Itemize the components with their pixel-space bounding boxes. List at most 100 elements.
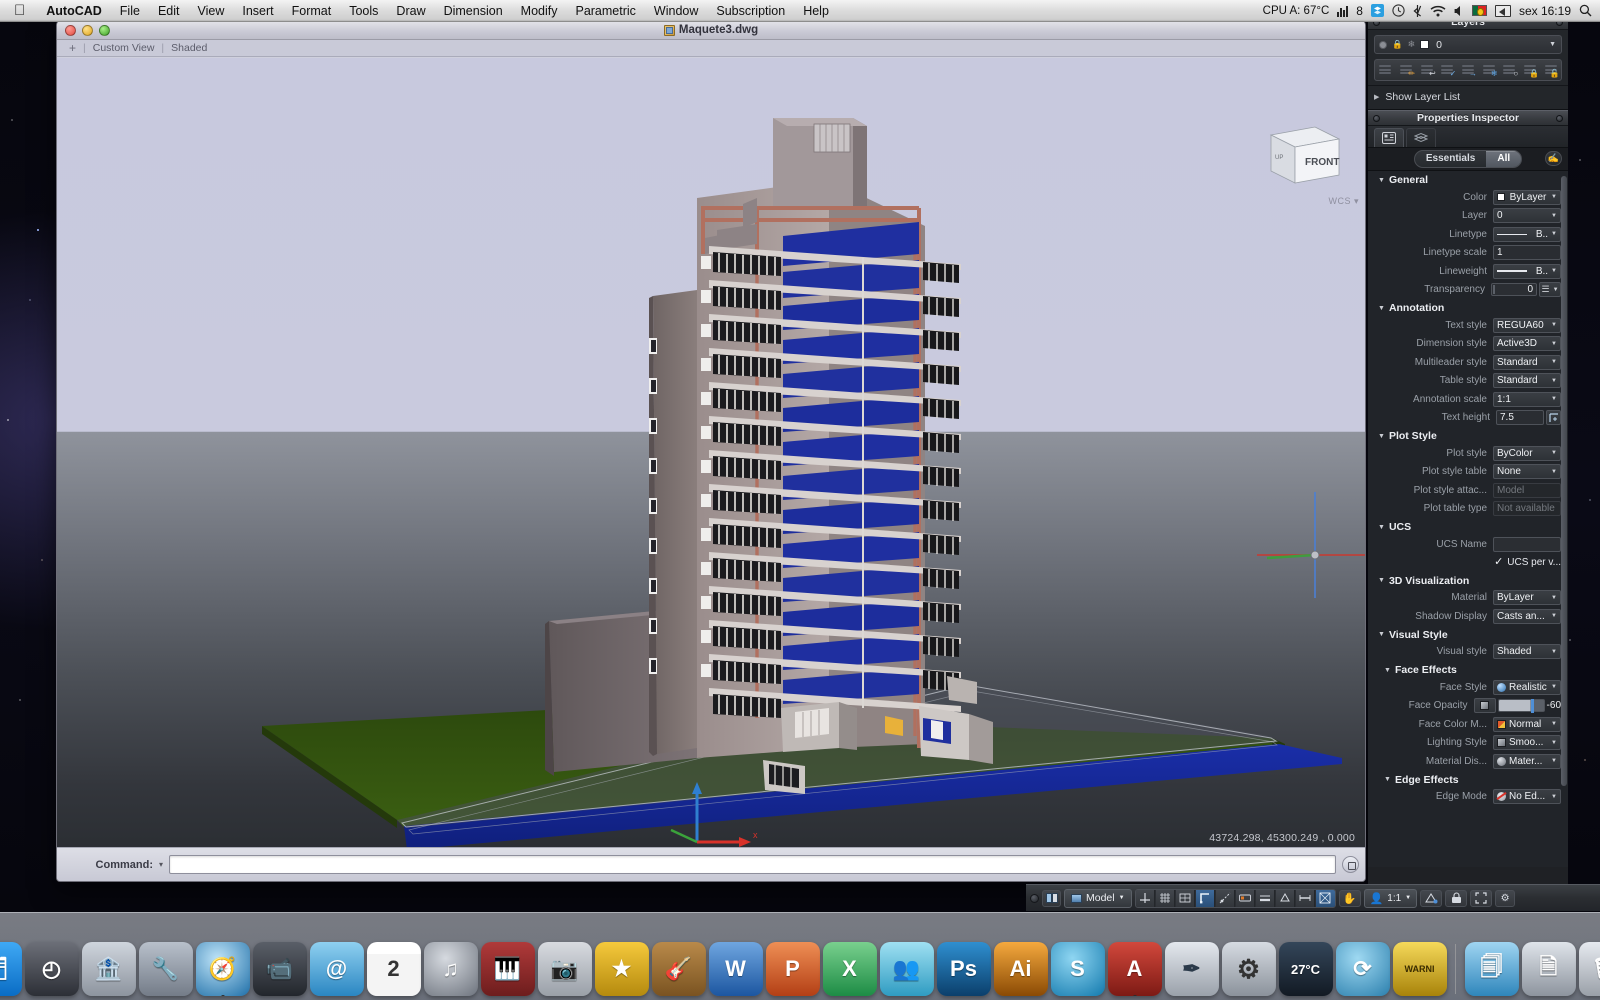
lightbulb-icon[interactable] [1379,40,1387,49]
command-input[interactable] [169,855,1336,874]
grid-toggle[interactable] [1155,889,1175,907]
filter-essentials-option[interactable]: Essentials [1415,151,1486,167]
wcs-label[interactable]: WCS ▾ [1328,196,1359,207]
dock-item-weather-widget[interactable]: 27°C [1278,942,1333,996]
layer-unlock-icon[interactable]: 🔓 [1542,61,1560,79]
eject-display-icon[interactable] [1494,4,1511,17]
dock-item-transmission[interactable]: ⟳ [1335,942,1390,996]
chevron-down-icon[interactable]: ▼ [1551,758,1557,764]
anno-monitor-icon[interactable] [1420,889,1443,907]
annotation-scale-selector[interactable]: 👤 1:1 ▼ [1363,888,1418,908]
search-icon[interactable] [1579,4,1592,17]
field-dimension-style[interactable]: Active3D ▼ [1493,336,1561,352]
chevron-down-icon[interactable]: ▼ [1551,378,1557,384]
command-history-chevron-icon[interactable]: ▾ [159,860,163,869]
otrack-toggle[interactable] [1215,889,1235,907]
dock-item-excel[interactable]: X [822,942,877,996]
model-layout-selector[interactable]: Model ▼ [1064,888,1132,908]
layer-freeze-icon[interactable]: ❄ [1480,61,1498,79]
dock-item-alarm-widget[interactable]: WARNI [1392,942,1447,996]
field-plot-style-table[interactable]: None ▼ [1493,464,1561,480]
clock-icon[interactable] [1392,4,1405,17]
wifi-icon[interactable] [1430,5,1446,17]
field-ucs-name[interactable] [1493,536,1561,552]
dock-item-powerpoint[interactable]: P [765,942,820,996]
disclosure-triangle-icon[interactable]: ▼ [1378,524,1385,531]
viewport-view-control[interactable]: Custom View [93,42,155,54]
face-opacity-toggle-button[interactable] [1473,698,1496,714]
dock-item-dash-tool[interactable]: 🔧 [138,942,193,996]
chevron-down-icon[interactable]: ▼ [1551,213,1557,219]
field-text-style[interactable]: REGUA60 ▼ [1493,317,1561,333]
disclosure-triangle-icon[interactable]: ▼ [1378,577,1385,584]
disclosure-triangle-icon[interactable]: ▼ [1378,177,1385,184]
properties-inspector-body[interactable]: ▼ General Color ByLayer ▼ Layer 0 ▼ Line… [1368,170,1568,867]
eyedropper-icon[interactable]: ✍ [1545,151,1562,166]
group-general[interactable]: ▼ General [1368,171,1568,188]
dock-item-system-prefs[interactable]: ⚙ [1221,942,1276,996]
layer-properties-manager-icon[interactable] [1376,61,1394,79]
menu-edit[interactable]: Edit [149,0,189,22]
dock-item-launchpad[interactable]: ◴ [24,942,79,996]
lock-icon[interactable]: 🔒 [1392,39,1403,50]
object-properties-tab[interactable] [1374,128,1404,147]
menu-app-name[interactable]: AutoCAD [37,0,111,22]
group-annotation[interactable]: ▼ Annotation [1368,299,1568,316]
menu-modify[interactable]: Modify [512,0,567,22]
apple-logo-icon[interactable]:  [0,3,37,18]
viewport-visual-style-control[interactable]: Shaded [171,42,207,54]
chevron-down-icon[interactable]: ▼ [1551,341,1557,347]
group-edge-effects[interactable]: ▼ Edge Effects [1368,771,1568,788]
status-bar-grip[interactable] [1030,893,1039,903]
chevron-down-icon[interactable]: ▼ [1551,359,1557,365]
properties-scrollbar[interactable] [1561,173,1567,866]
viewport-config-plus-icon[interactable]: + [69,41,76,55]
chevron-down-icon[interactable]: ▼ [1551,194,1557,200]
visual-style-toggle[interactable] [1315,889,1335,907]
field-table-style[interactable]: Standard ▼ [1493,373,1561,389]
annotation-scale-toggle[interactable] [1295,889,1315,907]
dock-item-safari[interactable]: 🧭 [195,942,250,996]
chevron-down-icon[interactable]: ▼ [1551,595,1557,601]
menu-help[interactable]: Help [794,0,838,22]
properties-filter-segmented[interactable]: Essentials All [1413,149,1523,168]
dock-item-illustrator[interactable]: Ai [993,942,1048,996]
lineweight-show-toggle[interactable] [1255,889,1275,907]
field-transparency[interactable]: 0 [1491,283,1537,297]
menu-dimension[interactable]: Dimension [435,0,512,22]
color-swatch-icon[interactable] [1420,40,1430,49]
dock-item-documents-stack[interactable]: 🗎 [1521,942,1576,996]
show-layer-list-toggle[interactable]: ▶ Show Layer List [1368,86,1568,110]
group-ucs[interactable]: ▼ UCS [1368,518,1568,535]
dock-item-skype[interactable]: S [1050,942,1105,996]
field-linetype[interactable]: B.. ▼ [1493,226,1561,242]
scrollbar-thumb[interactable] [1561,176,1567,786]
lock-toolbar-icon[interactable] [1445,889,1468,907]
chevron-down-icon[interactable]: ▼ [1551,322,1557,328]
layer-lock-icon[interactable]: 🔒 [1521,61,1539,79]
dock-item-app-bank[interactable]: 🏦 [81,942,136,996]
current-layer-selector[interactable]: 🔒 ❄ 0 ▼ [1374,35,1562,54]
menu-view[interactable]: View [189,0,234,22]
face-opacity-slider[interactable] [1497,699,1545,714]
field-multileader-style[interactable]: Standard ▼ [1493,354,1561,370]
chevron-down-icon[interactable]: ▼ [1551,469,1557,475]
disclosure-triangle-icon[interactable]: ▼ [1384,667,1391,674]
dock-item-trash[interactable]: 🗑 [1578,942,1600,996]
dyninput-toggle[interactable] [1235,889,1255,907]
chevron-down-icon[interactable]: ▼ [1551,613,1557,619]
menu-tools[interactable]: Tools [340,0,387,22]
layer-match-icon[interactable]: ✏ [1397,61,1415,79]
row-ucs-per-viewport[interactable]: ✓ UCS per v... [1368,554,1568,572]
dock-item-word[interactable]: W [708,942,763,996]
view-cube[interactable]: FRONT UP [1253,113,1345,191]
activity-monitor-icon[interactable] [1337,5,1349,17]
group-3d-visualization[interactable]: ▼ 3D Visualization [1368,572,1568,589]
field-color[interactable]: ByLayer ▼ [1493,189,1561,205]
dock-item-photobooth[interactable]: 📹 [252,942,307,996]
menu-parametric[interactable]: Parametric [566,0,644,22]
chevron-down-icon[interactable]: ▼ [1551,396,1557,402]
dock-item-imovie[interactable]: ★ [594,942,649,996]
options-gear-icon[interactable]: ⚙ [1495,889,1516,907]
quick-view-drawings-button[interactable] [1042,889,1061,907]
